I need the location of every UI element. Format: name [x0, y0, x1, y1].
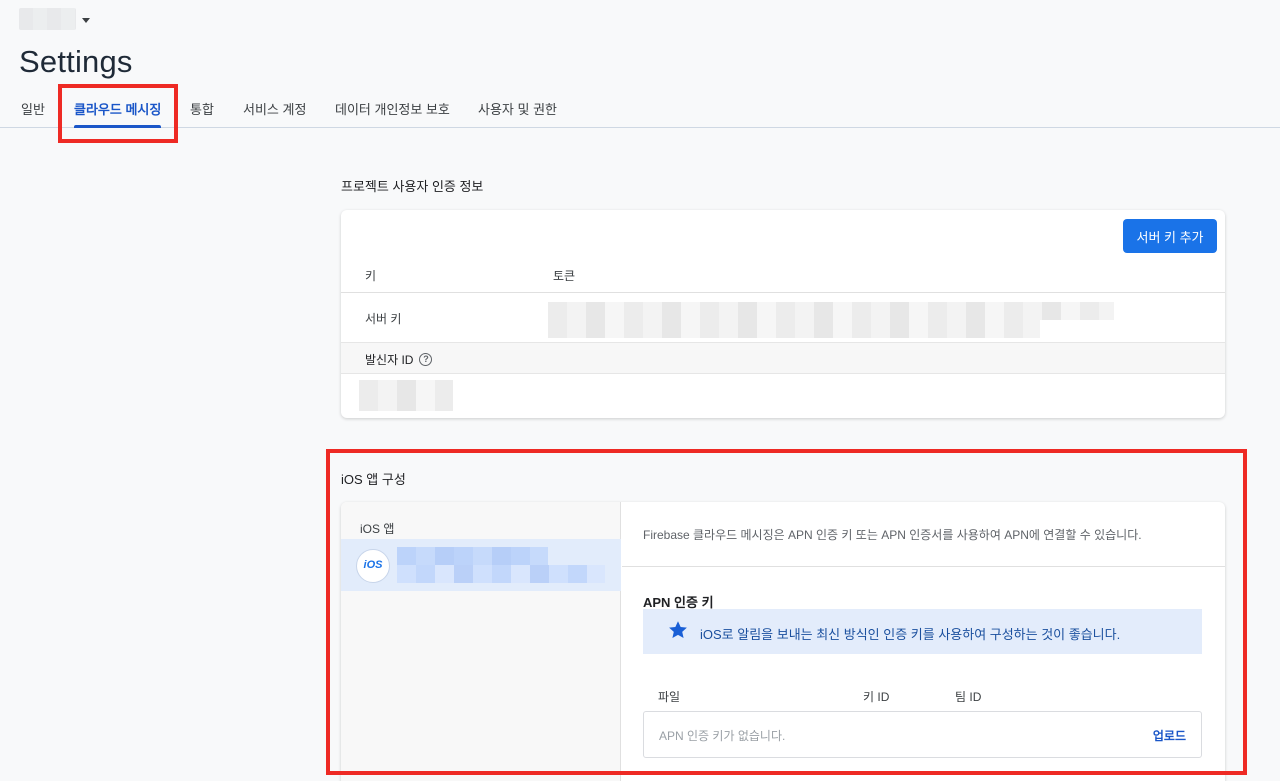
upload-button[interactable]: 업로드 — [1153, 727, 1186, 744]
col-file-header: 파일 — [658, 690, 681, 704]
settings-tabs: 일반 클라우드 메시징 통합 서비스 계정 데이터 개인정보 보호 사용자 및 … — [0, 92, 1280, 128]
ios-section-title: iOS 앱 구성 — [341, 472, 406, 487]
page-title: Settings — [19, 44, 133, 79]
apn-empty-row: APN 인증 키가 없습니다. 업로드 — [643, 711, 1202, 758]
settings-page: Settings 일반 클라우드 메시징 통합 서비스 계정 데이터 개인정보 … — [0, 0, 1280, 781]
header-divider — [341, 292, 1225, 293]
sender-id-header: 발신자 ID ? — [341, 342, 1225, 374]
help-circle-icon[interactable]: ? — [419, 353, 433, 366]
ios-divider — [622, 566, 1225, 567]
tab-users-permissions[interactable]: 사용자 및 권한 — [478, 92, 557, 128]
tab-data-privacy[interactable]: 데이터 개인정보 보호 — [335, 92, 450, 128]
col-key-header: 키 — [365, 269, 377, 283]
credentials-section-title: 프로젝트 사용자 인증 정보 — [341, 179, 484, 194]
tab-service-accounts[interactable]: 서비스 계정 — [243, 92, 306, 128]
tab-cloud-messaging[interactable]: 클라우드 메시징 — [74, 92, 162, 128]
sender-id-label: 발신자 ID — [365, 353, 414, 367]
tab-general[interactable]: 일반 — [21, 92, 45, 128]
apn-info-banner: iOS로 알림을 보내는 최신 방식인 인증 키를 사용하여 구성하는 것이 좋… — [643, 609, 1202, 654]
ios-app-item[interactable]: iOS — [341, 539, 621, 591]
server-key-token-redacted-1 — [548, 302, 1114, 320]
sender-id-redacted — [359, 380, 453, 411]
tab-integrations[interactable]: 통합 — [190, 92, 214, 128]
ios-app-icon: iOS — [356, 549, 390, 583]
server-key-label: 서버 키 — [365, 312, 402, 326]
project-name-redacted — [19, 8, 76, 30]
star-icon — [669, 621, 687, 638]
caret-down-icon — [82, 17, 90, 23]
col-token-header: 토큰 — [553, 269, 576, 283]
ios-apps-title: iOS 앱 — [360, 522, 395, 536]
credentials-table-header: 키 토큰 — [341, 259, 1225, 293]
col-key-id-header: 키 ID — [863, 690, 890, 704]
project-selector[interactable] — [19, 8, 90, 30]
ios-bundle-id-redacted — [397, 565, 605, 583]
col-team-id-header: 팀 ID — [955, 690, 982, 704]
server-key-token-redacted-2 — [548, 320, 1040, 338]
apn-empty-text: APN 인증 키가 없습니다. — [659, 729, 786, 743]
ios-description: Firebase 클라우드 메시징은 APN 인증 키 또는 APN 인증서를 … — [643, 528, 1142, 542]
ios-app-name-redacted — [397, 547, 548, 565]
credentials-card: 서버 키 추가 키 토큰 서버 키 발신자 ID ? — [341, 210, 1225, 418]
apn-info-text: iOS로 알림을 보내는 최신 방식인 인증 키를 사용하여 구성하는 것이 좋… — [700, 627, 1121, 642]
ios-apps-panel: iOS 앱 iOS — [341, 502, 621, 781]
ios-config-card: iOS 앱 iOS Firebase 클라우드 메시징은 APN 인증 키 또는… — [341, 502, 1225, 781]
add-server-key-button[interactable]: 서버 키 추가 — [1123, 219, 1217, 253]
